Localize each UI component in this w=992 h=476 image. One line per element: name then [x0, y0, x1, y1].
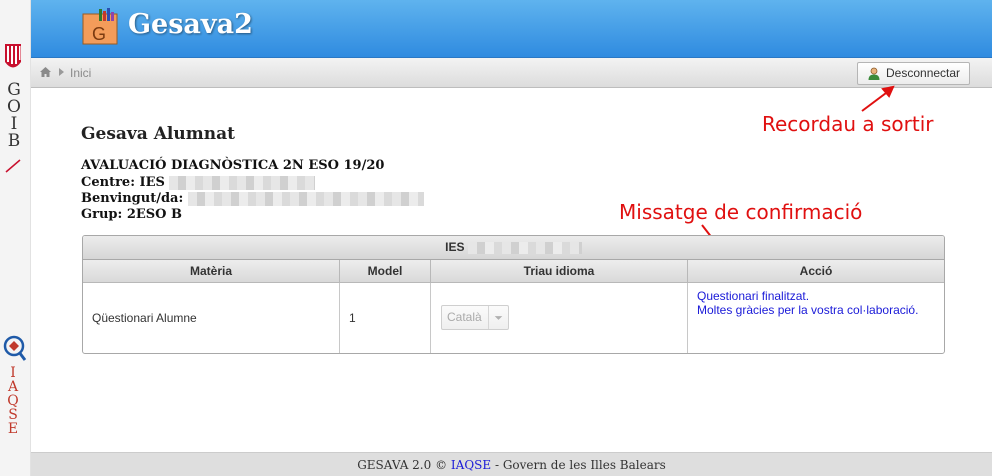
redacted-school-name — [467, 241, 582, 254]
iaqse-letter: S — [8, 407, 18, 423]
subject-text: Qüestionari Alumne — [92, 311, 197, 325]
redacted-user-name — [187, 191, 424, 206]
breadcrumb-current[interactable]: Inici — [70, 66, 91, 80]
confirmation-message: Questionari finalitzat. Moltes gràcies p… — [697, 289, 918, 317]
app-header: G Gesava2 — [31, 0, 992, 58]
chevron-right-icon — [59, 68, 64, 76]
chevron-down-icon — [488, 306, 503, 329]
redacted-centre-name — [169, 175, 316, 190]
iaqse-letter: Q — [7, 393, 19, 409]
footer-suffix: - Govern de les Illes Balears — [494, 458, 666, 472]
column-header-subject: Matèria — [83, 260, 340, 282]
model-text: 1 — [349, 311, 356, 325]
confirmation-line-2: Moltes gràcies per la vostra col·laborac… — [697, 303, 919, 317]
app-title: Gesava2 — [128, 9, 253, 40]
column-header-language: Triau idioma — [431, 260, 688, 282]
column-header-model: Model — [340, 260, 431, 282]
cell-action: Questionari finalitzat. Moltes gràcies p… — [688, 283, 944, 353]
table-header: Matèria Model Triau idioma Acció — [83, 260, 944, 283]
goib-wordmark: G O I B — [7, 82, 21, 150]
language-select[interactable]: Català — [441, 305, 509, 330]
goib-letter: B — [7, 131, 21, 151]
questionnaire-table: IES Matèria Model Triau idioma Acció Qüe… — [82, 235, 945, 354]
logout-button[interactable]: Desconnectar — [857, 62, 970, 85]
language-select-value: Català — [447, 310, 482, 324]
annotation-confirmation-hint: Missatge de confirmació — [619, 200, 863, 224]
group-info: Grup: 2ESO B — [81, 207, 182, 222]
iaqse-letter: I — [10, 365, 16, 381]
goib-logo — [5, 44, 21, 68]
footer-prefix: GESAVA 2.0 © — [357, 458, 448, 472]
evaluation-title: AVALUACIÓ DIAGNÒSTICA 2N ESO 19/20 — [81, 158, 385, 173]
iaqse-wordmark: I A Q S E — [6, 366, 20, 436]
iaqse-logo — [3, 335, 27, 361]
page-footer: GESAVA 2.0 © IAQSE - Govern de les Illes… — [31, 452, 992, 476]
annotation-logout-hint: Recordau a sortir — [762, 112, 934, 136]
logout-label: Desconnectar — [886, 66, 961, 80]
column-header-action: Acció — [799, 264, 833, 278]
cell-language: Català — [431, 283, 688, 353]
brand-sidebar: G O I B I A Q S E — [0, 0, 31, 476]
user-icon — [868, 67, 880, 80]
table-row: Qüestionari Alumne 1 Català Questionari … — [83, 283, 944, 353]
goib-slash-mark — [5, 159, 21, 173]
welcome-info: Benvingut/da: — [81, 191, 424, 207]
footer-iaqse-link[interactable]: IAQSE — [451, 458, 491, 472]
logo-letter: G — [92, 24, 106, 44]
arrow-to-logout — [861, 85, 895, 112]
iaqse-letter: E — [7, 421, 19, 437]
welcome-label: Benvingut/da: — [81, 191, 184, 206]
centre-info: Centre: IES — [81, 175, 316, 191]
table-caption-label: IES — [445, 240, 465, 254]
gesava-logo-icon: G — [82, 8, 118, 45]
confirmation-line-1: Questionari finalitzat. — [697, 289, 810, 303]
home-icon[interactable] — [40, 67, 51, 77]
breadcrumb-bar: Inici Desconnectar — [31, 58, 992, 88]
cell-model: 1 — [340, 283, 431, 353]
table-caption: IES — [83, 236, 944, 260]
centre-label: Centre: IES — [81, 175, 165, 190]
cell-subject: Qüestionari Alumne — [83, 283, 340, 353]
iaqse-letter: A — [7, 379, 19, 395]
page-title: Gesava Alumnat — [81, 124, 235, 144]
